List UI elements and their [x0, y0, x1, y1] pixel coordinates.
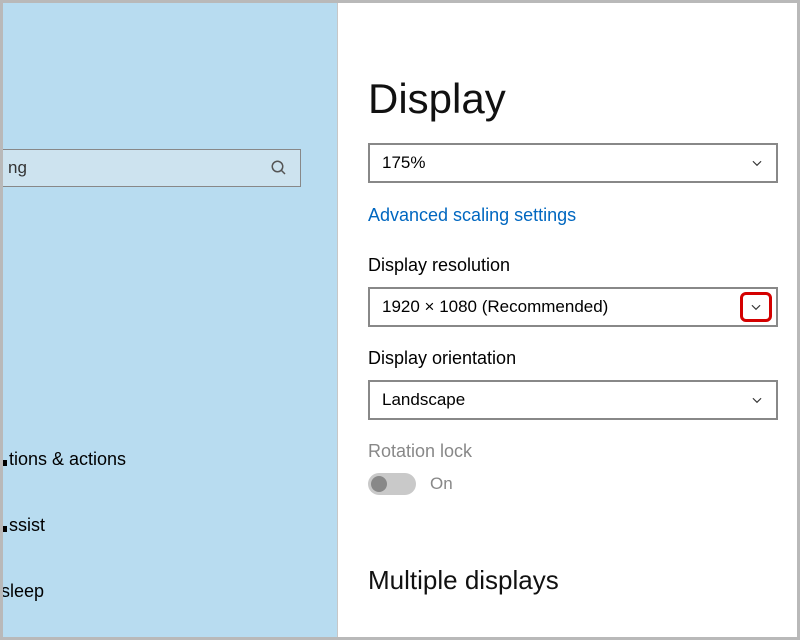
- bullet-icon: [3, 526, 7, 532]
- sidebar-item-assist[interactable]: ssist: [9, 515, 45, 536]
- resolution-chevron-highlight[interactable]: [740, 292, 772, 322]
- toggle-knob: [371, 476, 387, 492]
- chevron-down-icon: [750, 393, 764, 407]
- orientation-dropdown[interactable]: Landscape: [368, 380, 778, 420]
- page-title: Display: [368, 75, 506, 123]
- sidebar: tions & actions ssist sleep: [3, 3, 338, 637]
- chevron-down-icon: [749, 300, 763, 314]
- resolution-value: 1920 × 1080 (Recommended): [382, 297, 764, 317]
- sidebar-item-sleep[interactable]: sleep: [3, 581, 44, 602]
- search-input[interactable]: [3, 150, 300, 186]
- search-icon: [270, 159, 288, 177]
- rotation-lock-state: On: [430, 474, 453, 494]
- orientation-label: Display orientation: [368, 348, 516, 369]
- scale-dropdown[interactable]: 175%: [368, 143, 778, 183]
- main-panel: Display 175% Advanced scaling settings D…: [338, 3, 797, 637]
- advanced-scaling-link[interactable]: Advanced scaling settings: [368, 205, 576, 226]
- settings-window: tions & actions ssist sleep Display 175%…: [0, 0, 800, 640]
- rotation-lock-row: On: [368, 473, 453, 495]
- resolution-label: Display resolution: [368, 255, 510, 276]
- orientation-value: Landscape: [382, 390, 750, 410]
- bullet-icon: [3, 460, 7, 466]
- sidebar-item-notifications[interactable]: tions & actions: [9, 449, 126, 470]
- chevron-down-icon: [750, 156, 764, 170]
- scale-value: 175%: [382, 153, 750, 173]
- section-multiple-displays: Multiple displays: [368, 565, 559, 596]
- rotation-lock-toggle[interactable]: [368, 473, 416, 495]
- resolution-dropdown[interactable]: 1920 × 1080 (Recommended): [368, 287, 778, 327]
- search-field[interactable]: [3, 149, 301, 187]
- rotation-lock-label: Rotation lock: [368, 441, 472, 462]
